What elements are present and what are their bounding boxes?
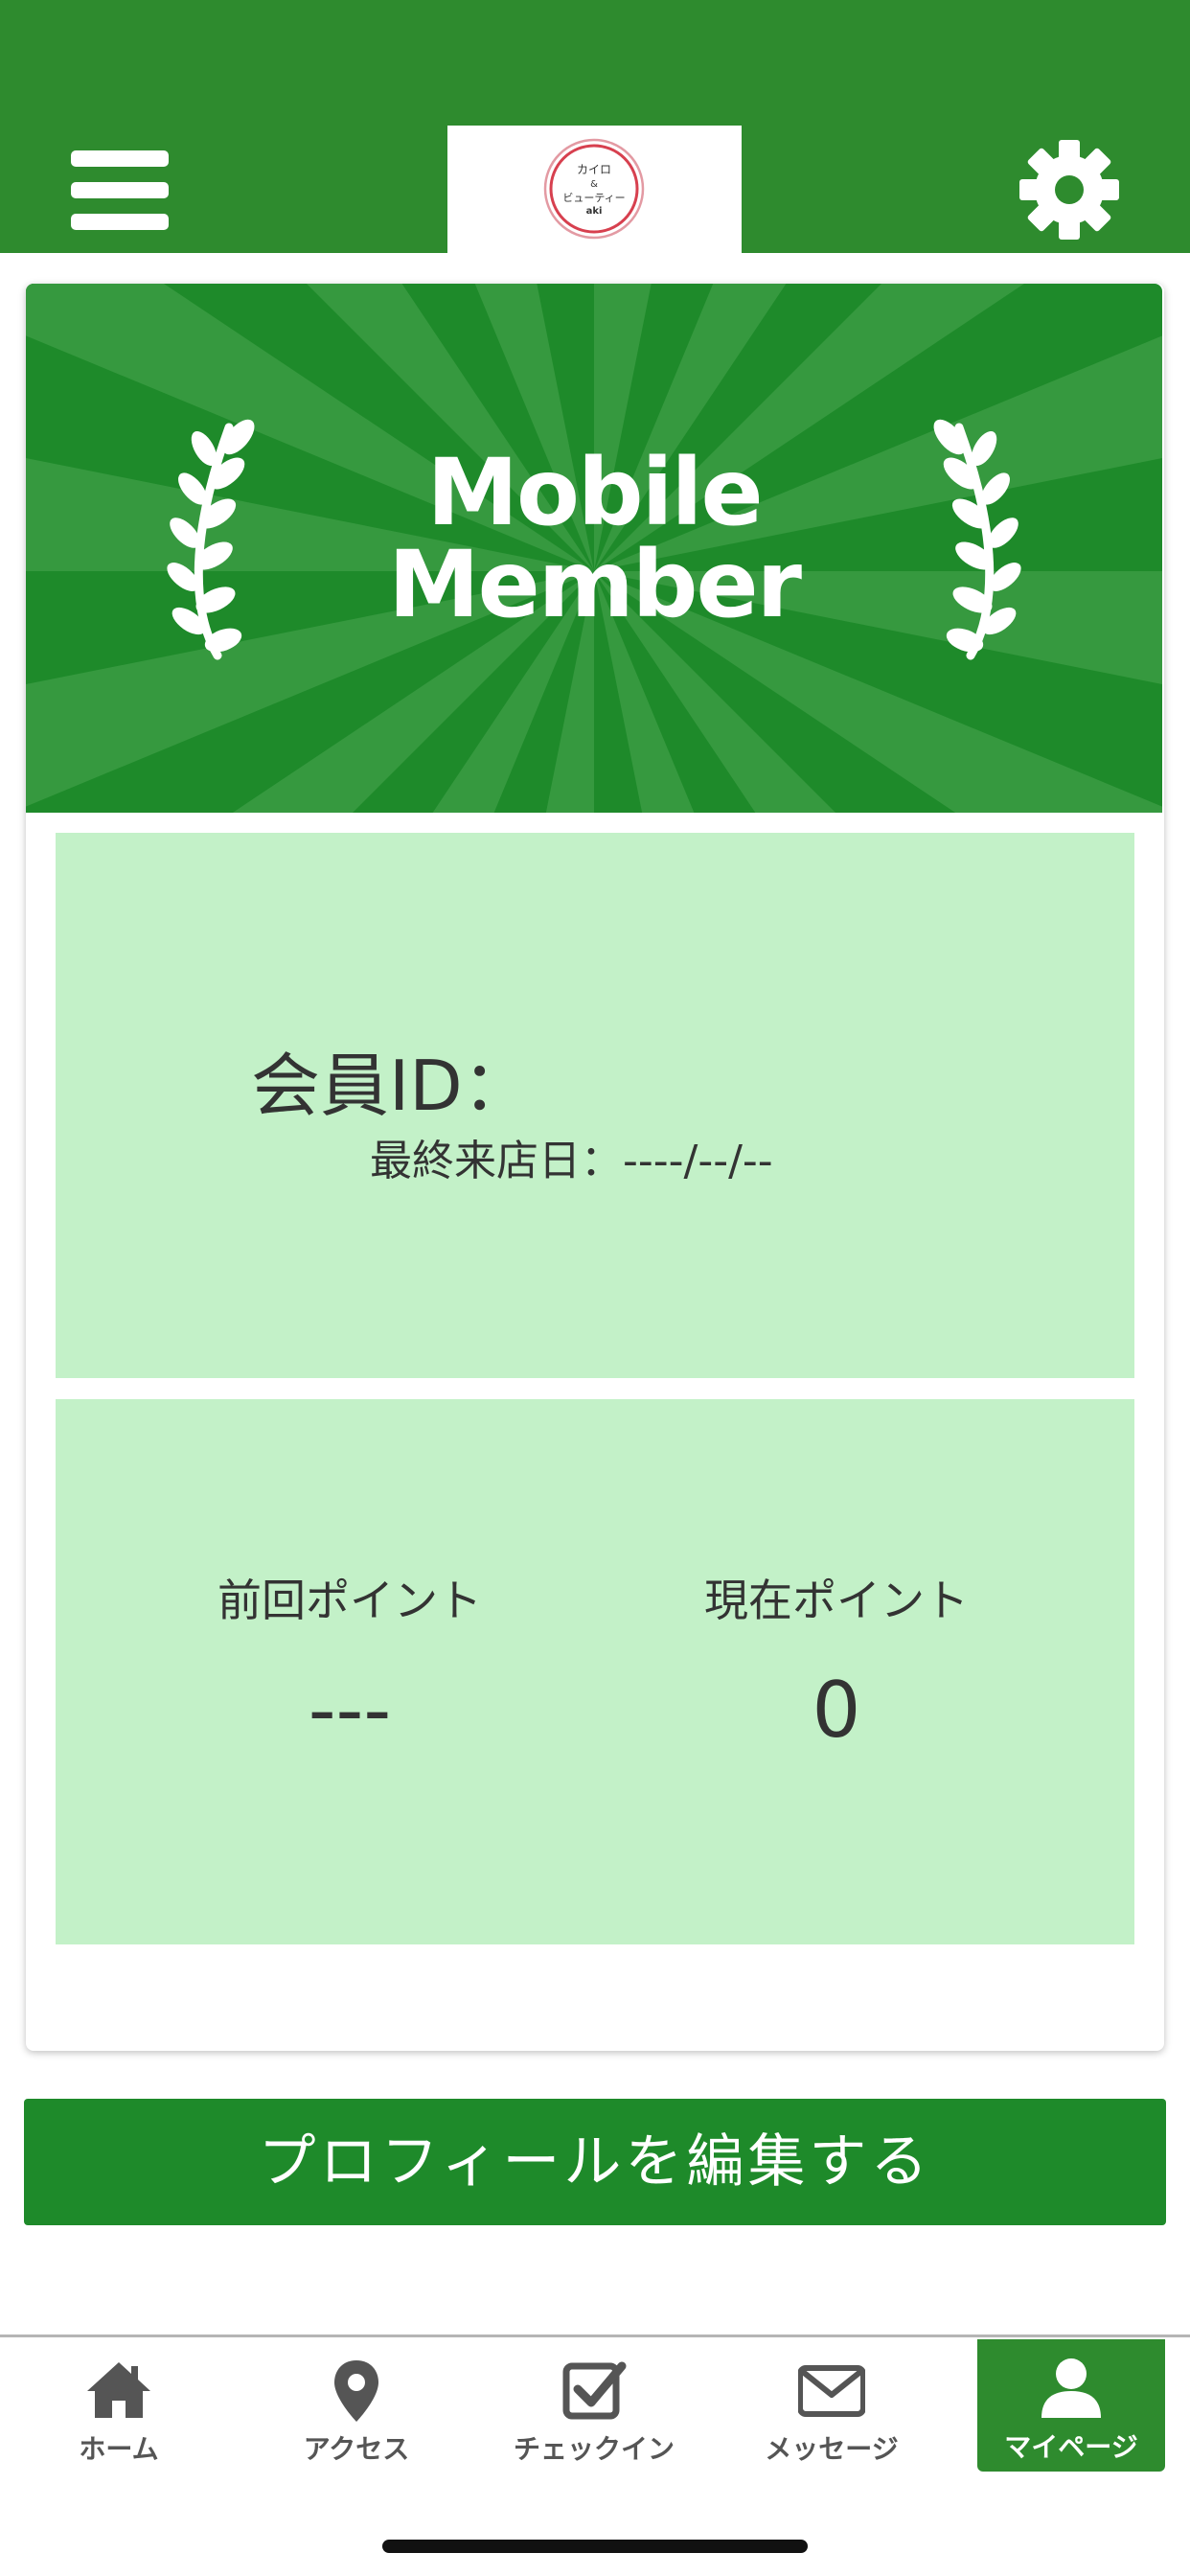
member-id-panel	[56, 833, 1134, 1378]
tab-mypage[interactable]: マイページ	[977, 2339, 1165, 2472]
current-points-value: 0	[812, 1666, 861, 1755]
svg-text:&: &	[590, 179, 598, 190]
member-banner: Mobile Member	[26, 284, 1162, 813]
edit-profile-button[interactable]: プロフィールを編集する	[24, 2099, 1166, 2225]
home-indicator[interactable]	[382, 2540, 808, 2553]
map-pin-icon	[334, 2360, 378, 2422]
last-visit-value: ----/--/--	[623, 1137, 773, 1185]
checkbox-icon	[562, 2361, 627, 2420]
tab-label: アクセス	[303, 2433, 410, 2465]
app-header: カイロ & ビューティー aki	[0, 0, 1190, 253]
tab-label: マイページ	[1004, 2431, 1138, 2463]
previous-points-value: ---	[308, 1666, 392, 1755]
svg-text:aki: aki	[586, 206, 603, 217]
svg-text:ビューティー: ビューティー	[562, 192, 625, 204]
user-icon	[1041, 2358, 1101, 2418]
tab-label: メッセージ	[765, 2433, 899, 2465]
last-visit-date: 最終来店日：----/--/--	[370, 1135, 773, 1188]
tab-message[interactable]: メッセージ	[717, 2341, 947, 2472]
tab-label: ホーム	[79, 2433, 159, 2465]
settings-button[interactable]	[1019, 140, 1119, 240]
tab-checkin[interactable]: チェックイン	[479, 2341, 709, 2472]
tab-access[interactable]: アクセス	[241, 2341, 471, 2472]
tab-home[interactable]: ホーム	[4, 2341, 234, 2472]
member-id-label: 会員ID：	[251, 1046, 532, 1126]
tab-label: チェックイン	[513, 2433, 675, 2465]
banner-title: Mobile Member	[26, 447, 1162, 631]
banner-title-line2: Member	[388, 531, 802, 638]
shop-logo[interactable]: カイロ & ビューティー aki	[447, 126, 742, 253]
menu-button[interactable]	[71, 148, 169, 234]
previous-points-label: 前回ポイント	[217, 1575, 482, 1626]
banner-title-line1: Mobile	[426, 439, 763, 546]
envelope-icon	[798, 2365, 865, 2417]
last-visit-label: 最終来店日：	[370, 1137, 623, 1185]
hamburger-menu-icon	[71, 150, 169, 167]
logo-emblem: カイロ & ビューティー aki	[543, 138, 645, 240]
svg-text:カイロ: カイロ	[577, 163, 611, 176]
home-icon	[87, 2362, 150, 2418]
gear-icon	[1019, 140, 1119, 240]
current-points-label: 現在ポイント	[704, 1575, 969, 1626]
